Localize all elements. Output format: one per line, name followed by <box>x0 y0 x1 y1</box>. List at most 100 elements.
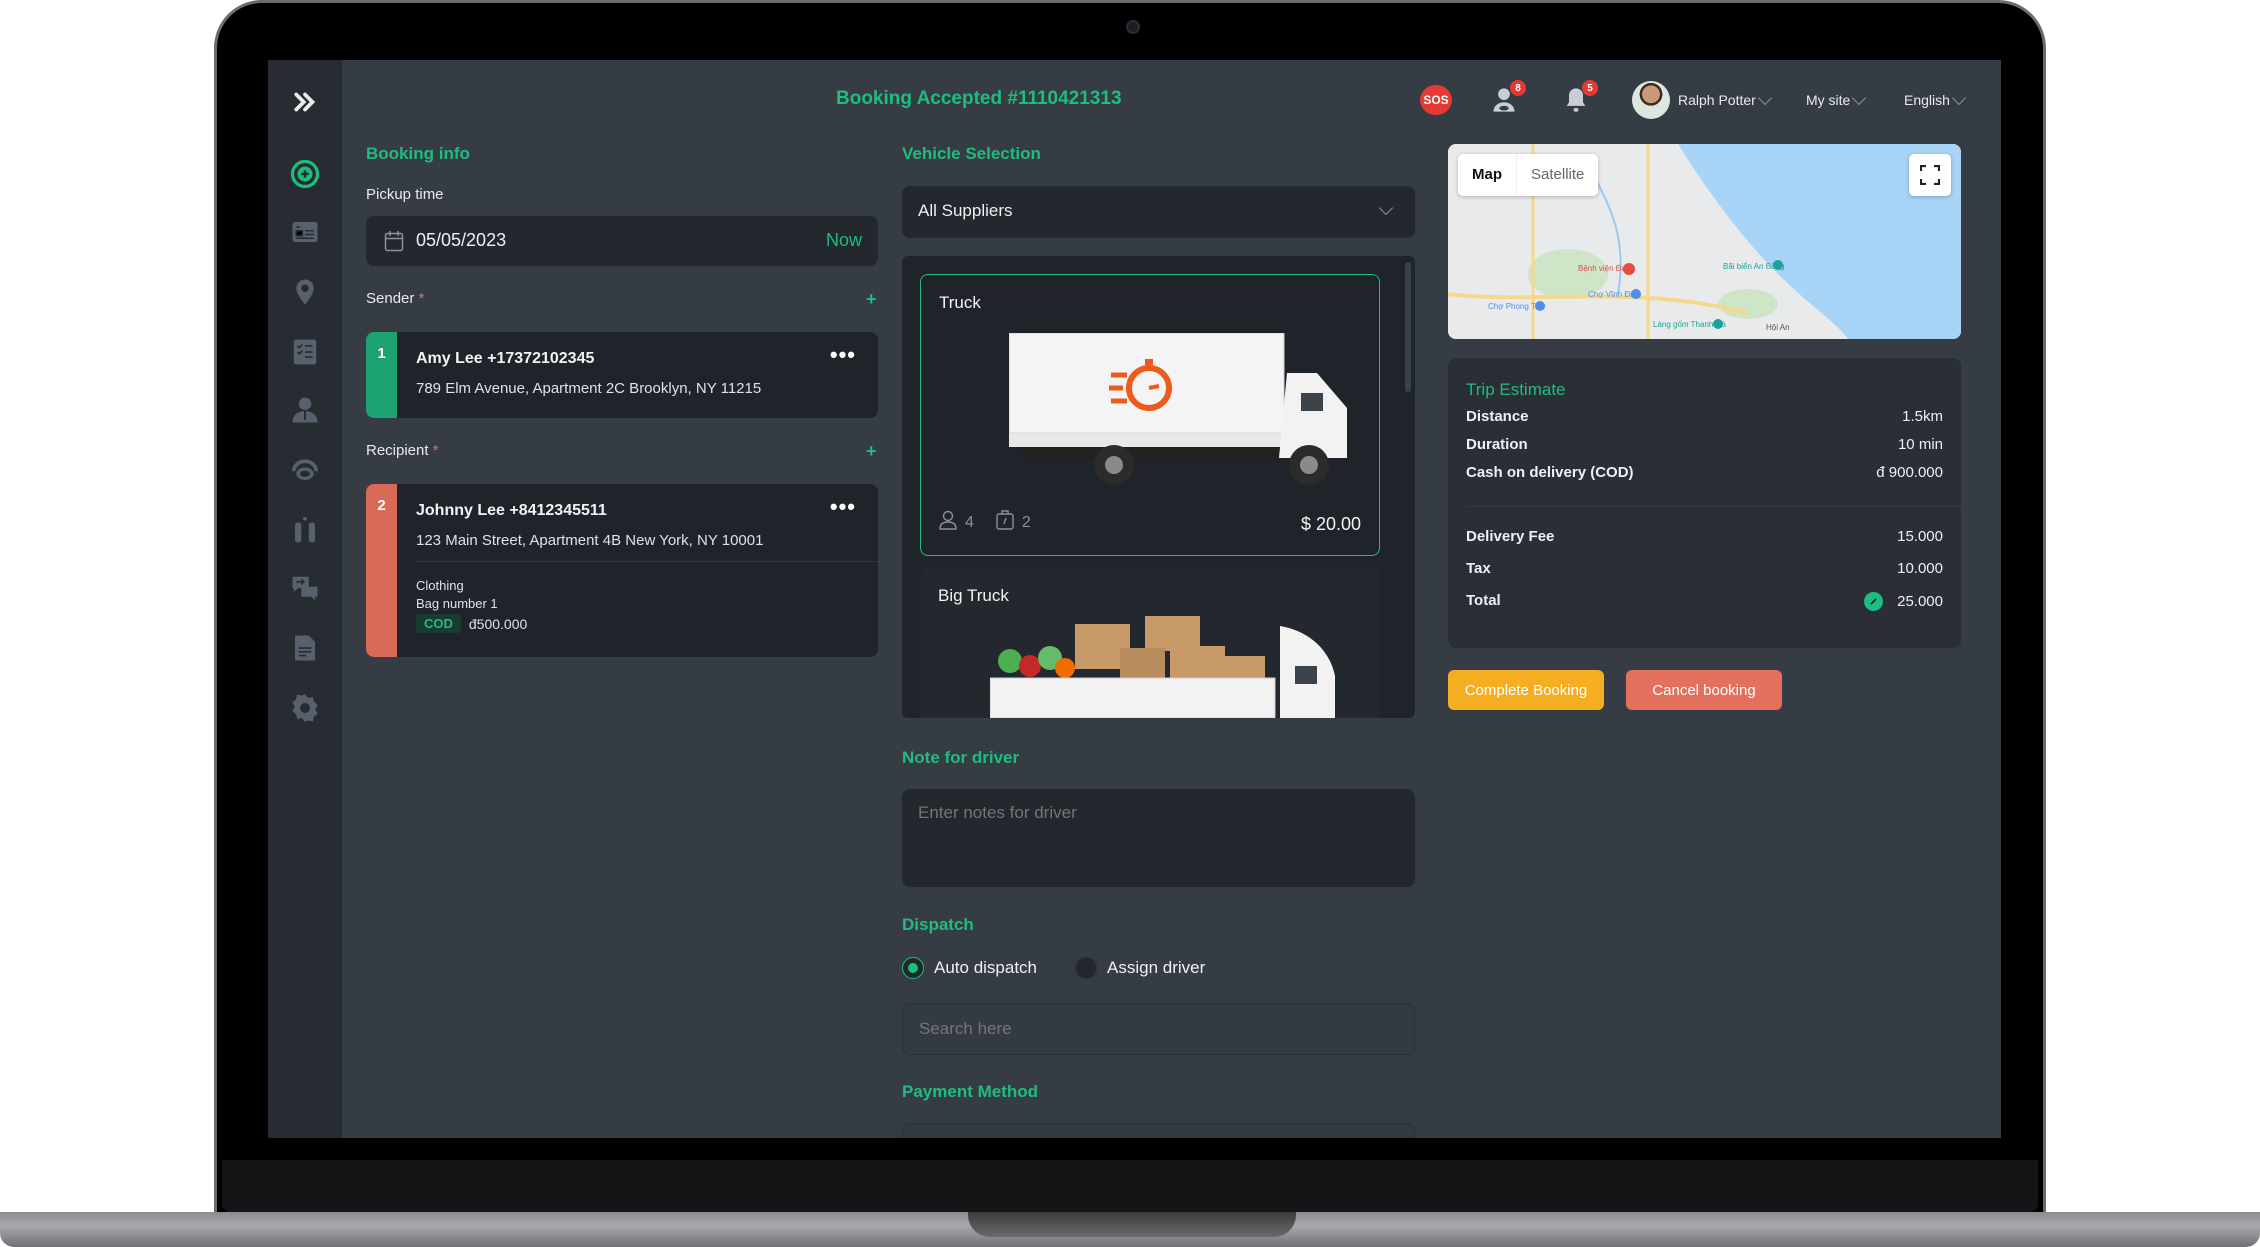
add-recipient-button[interactable]: + <box>866 441 877 462</box>
chevron-down-icon <box>1852 90 1867 105</box>
user-name: Ralph Potter <box>1678 92 1756 108</box>
vehicle-name: Big Truck <box>938 586 1009 605</box>
big-truck-image <box>989 616 1360 718</box>
booking-info-title: Booking info <box>366 144 470 163</box>
fullscreen-icon <box>1920 165 1940 185</box>
recipient-index: 2 <box>366 484 397 657</box>
sender-more-button[interactable]: ••• <box>830 344 856 366</box>
avatar <box>1632 81 1670 119</box>
sender-card[interactable]: 1 Amy Lee +17372102345 789 Elm Avenue, A… <box>366 332 878 418</box>
complete-booking-button[interactable]: Complete Booking <box>1448 670 1604 710</box>
map-place-beach: Bãi biển An Bàng <box>1723 262 1784 271</box>
payment-method-select[interactable] <box>902 1123 1415 1138</box>
supplier-selected: All Suppliers <box>918 201 1013 220</box>
id-card-icon[interactable] <box>285 212 325 252</box>
booking-status-title: Booking Accepted #1110421313 <box>836 88 1122 109</box>
fee-row-delivery: Delivery Fee 15.000 <box>1466 528 1943 545</box>
drivers-icon[interactable] <box>285 510 325 550</box>
drivers-button[interactable]: 8 <box>1490 80 1526 120</box>
vehicle-name: Truck <box>939 293 981 312</box>
driver-note-input[interactable] <box>902 789 1415 887</box>
trip-estimate-title: Trip Estimate <box>1466 380 1566 399</box>
user-menu[interactable]: Ralph Potter <box>1632 80 1772 120</box>
map-tab[interactable]: Map <box>1458 154 1516 196</box>
add-sender-button[interactable]: + <box>866 289 877 310</box>
radio-checked <box>902 957 924 979</box>
calendar-icon <box>384 230 404 257</box>
map-place-hoi-an: Hội An <box>1766 323 1790 332</box>
chat-icon[interactable] <box>285 568 325 608</box>
pickup-time-label: Pickup time <box>366 186 444 203</box>
item-type: Clothing <box>416 578 464 593</box>
fee-row-tax: Tax 10.000 <box>1466 560 1943 577</box>
now-button[interactable]: Now <box>826 230 862 251</box>
driver-user-icon: 8 <box>1490 80 1526 114</box>
map-place-market-2: Chợ Phong Thử <box>1488 302 1546 311</box>
truck-image <box>1008 332 1359 498</box>
passenger-icon <box>939 510 957 535</box>
vehicle-card-truck[interactable]: Truck 4 2 $ 20.00 <box>920 274 1380 556</box>
luggage-count: 2 <box>1021 513 1031 531</box>
luggage-icon <box>996 510 1014 535</box>
checklist-icon[interactable] <box>285 332 325 372</box>
trip-estimate-panel: Trip Estimate Distance 1.5km Duration 10 m… <box>1448 358 1961 648</box>
pickup-date-field[interactable]: 05/05/2023 Now <box>366 216 878 266</box>
dispatch-title: Dispatch <box>902 915 974 934</box>
map-pin-icon[interactable] <box>285 272 325 312</box>
satellite-tab[interactable]: Satellite <box>1516 154 1598 196</box>
vehicle-card-big-truck[interactable]: Big Truck <box>920 568 1380 718</box>
document-icon[interactable] <box>285 628 325 668</box>
chevron-down-icon <box>1378 200 1394 216</box>
divider <box>1466 506 1961 507</box>
recipient-label: Recipient * <box>366 442 439 459</box>
sos-button[interactable]: SOS <box>1420 80 1452 120</box>
support-icon[interactable] <box>285 450 325 490</box>
assign-driver-label: Assign driver <box>1107 958 1206 977</box>
vehicle-list-scrollbar[interactable] <box>1405 262 1411 392</box>
sender-index: 1 <box>366 332 397 418</box>
app-screen: Booking Accepted #1110421313 SOS 8 5 Ral… <box>268 60 2001 1138</box>
payment-method-title: Payment Method <box>902 1082 1039 1101</box>
laptop-chin <box>222 1160 2038 1212</box>
driver-search-input[interactable] <box>902 1003 1415 1055</box>
auto-dispatch-radio[interactable]: Auto dispatch <box>902 957 1037 979</box>
user-icon[interactable] <box>285 390 325 430</box>
settings-icon[interactable] <box>285 688 325 728</box>
sos-icon: SOS <box>1420 85 1452 115</box>
bell-icon: 5 <box>1562 80 1598 114</box>
fee-row-total: Total 25.000 <box>1466 592 1943 611</box>
item-detail: Bag number 1 <box>416 596 498 611</box>
map-place-village: Làng gốm Thanh Hà <box>1653 320 1726 329</box>
site-dropdown[interactable]: My site <box>1806 80 1867 120</box>
edit-total-icon[interactable] <box>1864 592 1884 611</box>
recipient-address: 123 Main Street, Apartment 4B New York, … <box>416 532 764 549</box>
assign-driver-radio[interactable]: Assign driver <box>1075 957 1205 979</box>
fullscreen-button[interactable] <box>1909 154 1951 196</box>
cod-tag: COD <box>416 614 461 633</box>
map-place-hospital: Bệnh viện Đa <box>1578 264 1627 273</box>
notifications-button[interactable]: 5 <box>1562 80 1598 120</box>
recipient-card[interactable]: 2 Johnny Lee +8412345511 123 Main Street… <box>366 484 878 657</box>
camera <box>1126 20 1140 34</box>
add-booking-icon[interactable] <box>285 154 325 194</box>
recipient-more-button[interactable]: ••• <box>830 496 856 518</box>
sender-label: Sender * <box>366 290 425 307</box>
pickup-date-value: 05/05/2023 <box>416 230 507 250</box>
chevron-down-icon <box>1951 90 1966 105</box>
passenger-count: 4 <box>965 513 974 531</box>
recipient-name: Johnny Lee +8412345511 <box>416 502 607 519</box>
supplier-select[interactable]: All Suppliers <box>902 186 1415 238</box>
language-dropdown[interactable]: English <box>1904 80 1966 120</box>
estimate-row-distance: Distance 1.5km <box>1466 408 1943 425</box>
vehicle-price: $ 20.00 <box>1300 514 1361 534</box>
cancel-booking-button[interactable]: Cancel booking <box>1626 670 1782 710</box>
estimate-row-cod: Cash on delivery (COD) đ 900.000 <box>1466 464 1943 481</box>
sidebar <box>268 60 342 1138</box>
site-label: My site <box>1806 92 1851 108</box>
chevron-down-icon <box>1757 90 1772 105</box>
estimate-row-duration: Duration 10 min <box>1466 436 1943 453</box>
map-type-toggle: Map Satellite <box>1458 154 1599 196</box>
divider <box>416 561 878 562</box>
map[interactable]: Bệnh viện Đa Chợ Vĩnh Điện Chợ Phong Thử… <box>1448 144 1961 339</box>
expand-sidebar-icon[interactable] <box>285 82 325 122</box>
